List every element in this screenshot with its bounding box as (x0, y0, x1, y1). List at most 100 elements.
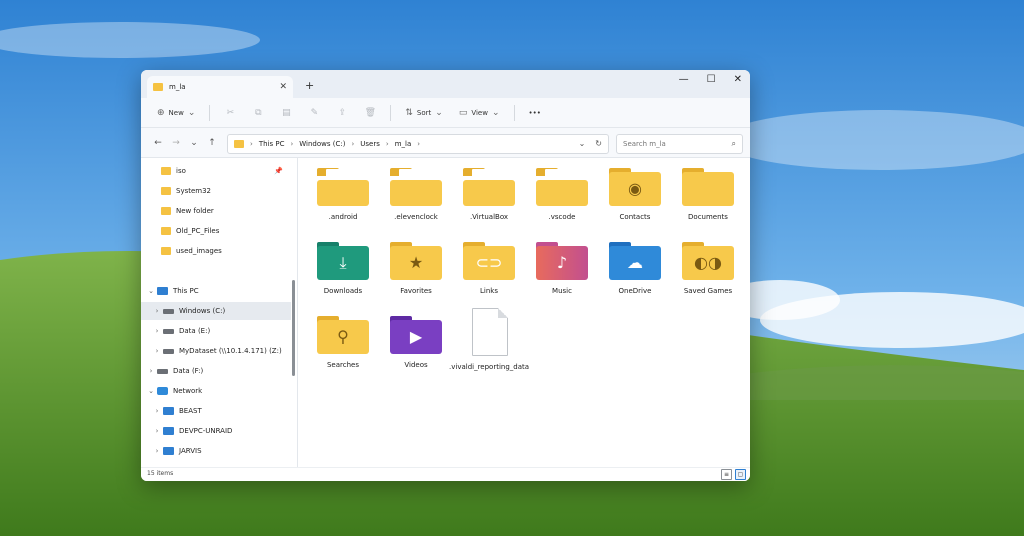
large-icons-view-icon[interactable]: ▢ (735, 469, 746, 480)
sidebar-item-new-folder[interactable]: New folder (141, 202, 291, 220)
details-view-icon[interactable]: ≡ (721, 469, 732, 480)
folder-item-vscode[interactable]: .vscode (526, 166, 598, 222)
share-icon[interactable]: ⇪ (330, 108, 354, 118)
chevron-right-icon[interactable]: › (151, 307, 163, 315)
breadcrumb-this-pc[interactable]: This PC (259, 140, 285, 148)
chevron-right-icon[interactable]: › (151, 447, 163, 455)
item-label: Videos (404, 361, 428, 369)
pane-divider[interactable] (297, 158, 298, 467)
refresh-icon[interactable]: ↻ (595, 139, 602, 148)
sidebar-item-label: New folder (176, 207, 214, 215)
sidebar-item-old-pc-files[interactable]: Old_PC_Files (141, 222, 291, 240)
chevron-down-icon[interactable]: ⌄ (145, 387, 157, 395)
up-arrow-icon[interactable]: ↑ (203, 138, 221, 148)
folder-item-downloads[interactable]: ⤓ Downloads (307, 240, 379, 296)
tab-title: m_la (169, 83, 186, 91)
sidebar-item-used-images[interactable]: used_images (141, 242, 291, 260)
folder-icon (161, 187, 171, 195)
tab-close-icon[interactable]: ✕ (279, 82, 287, 92)
folder-item-android[interactable]: .android (307, 166, 379, 222)
chevron-right-icon[interactable]: › (151, 427, 163, 435)
copy-icon[interactable]: ⧉ (246, 108, 270, 118)
sidebar-item-system32[interactable]: System32 (141, 182, 291, 200)
minimize-button[interactable]: — (679, 74, 689, 85)
folder-item-contacts[interactable]: ◉ Contacts (599, 166, 671, 222)
sidebar-scrollbar[interactable] (292, 280, 295, 376)
folder-item-music[interactable]: ♪ Music (526, 240, 598, 296)
chevron-right-icon[interactable]: › (250, 140, 253, 148)
folder-item-documents[interactable]: Documents (672, 166, 744, 222)
address-dropdown-icon[interactable]: ⌄ (579, 139, 586, 148)
chevron-down-icon: ⌄ (491, 107, 500, 118)
chevron-right-icon[interactable]: › (290, 140, 293, 148)
folder-item-elevenclock[interactable]: .elevenclock (380, 166, 452, 222)
breadcrumb-windows-c[interactable]: Windows (C:) (299, 140, 345, 148)
folder-item-links[interactable]: ⊂⊃ Links (453, 240, 525, 296)
item-label: .vscode (548, 213, 576, 221)
chevron-right-icon[interactable]: › (417, 140, 420, 148)
sidebar-item-windows-c[interactable]: › Windows (C:) (141, 302, 291, 320)
sidebar-item-iso[interactable]: iso 📌 (141, 162, 291, 180)
more-options-button[interactable]: ••• (523, 106, 547, 120)
drive-icon (163, 308, 174, 314)
folder-icon (161, 167, 171, 175)
view-button[interactable]: ▭ View ⌄ (453, 105, 506, 121)
folder-item-videos[interactable]: ▶ Videos (380, 314, 452, 370)
file-item-vivaldi-reporting-data[interactable]: .vivaldi_reporting_data (449, 308, 529, 372)
tab-active[interactable]: m_la ✕ (147, 76, 293, 98)
sidebar-item-label: BEAST (179, 407, 202, 415)
sidebar-item-mydataset-z[interactable]: › MyDataset (\\10.1.4.171) (Z:) (141, 342, 291, 360)
delete-icon[interactable]: 🗑 (358, 108, 382, 118)
sidebar-item-data-e[interactable]: › Data (E:) (141, 322, 291, 340)
new-tab-button[interactable]: + (305, 79, 314, 92)
window-controls: — ☐ ✕ (679, 74, 742, 85)
pin-icon: 📌 (274, 167, 283, 175)
sidebar-item-network[interactable]: ⌄ Network (141, 382, 291, 400)
sidebar-item-label: Data (F:) (173, 367, 204, 375)
breadcrumb-users[interactable]: Users (360, 140, 380, 148)
magnifier-icon: ⚲ (337, 327, 349, 346)
sidebar-item-jarvis[interactable]: › JARVIS (141, 442, 291, 460)
folder-icon (161, 227, 171, 235)
chevron-right-icon[interactable]: › (145, 367, 157, 375)
contacts-folder-icon: ◉ (608, 166, 662, 210)
computer-icon (163, 447, 174, 455)
chevron-right-icon[interactable]: › (151, 327, 163, 335)
recent-chevron-icon[interactable]: ⌄ (185, 138, 203, 148)
chevron-right-icon[interactable]: › (351, 140, 354, 148)
back-arrow-icon[interactable]: ← (149, 138, 167, 148)
search-box[interactable]: ⌕ (616, 134, 743, 154)
computer-icon (163, 427, 174, 435)
sidebar-item-this-pc[interactable]: ⌄ This PC (141, 282, 291, 300)
chevron-right-icon[interactable]: › (151, 407, 163, 415)
star-icon: ★ (408, 253, 424, 272)
address-bar[interactable]: › This PC › Windows (C:) › Users › m_la … (227, 134, 609, 154)
chevron-down-icon[interactable]: ⌄ (145, 287, 157, 295)
breadcrumb-user[interactable]: m_la (395, 140, 412, 148)
sidebar-item-devpc-unraid[interactable]: › DEVPC-UNRAID (141, 422, 291, 440)
sidebar-item-label: JARVIS (179, 447, 202, 455)
folder-item-saved-games[interactable]: ◐◑ Saved Games (672, 240, 744, 296)
folder-item-virtualbox[interactable]: .VirtualBox (453, 166, 525, 222)
command-bar: ⊕ New ⌄ ✂ ⧉ ▤ ✎ ⇪ 🗑 ⇅ Sort ⌄ ▭ View ⌄ ••… (141, 98, 750, 128)
sort-button[interactable]: ⇅ Sort ⌄ (399, 105, 448, 121)
folder-item-favorites[interactable]: ★ Favorites (380, 240, 452, 296)
search-icon[interactable]: ⌕ (732, 139, 736, 149)
close-button[interactable]: ✕ (734, 74, 742, 85)
chevron-right-icon[interactable]: › (151, 347, 163, 355)
new-button[interactable]: ⊕ New ⌄ (151, 105, 201, 121)
paste-icon[interactable]: ▤ (274, 108, 298, 118)
sidebar-item-label: Windows (C:) (179, 307, 226, 315)
search-input[interactable] (623, 140, 723, 148)
rename-icon[interactable]: ✎ (302, 108, 326, 118)
cut-icon[interactable]: ✂ (218, 108, 242, 118)
forward-arrow-icon[interactable]: → (167, 138, 185, 148)
maximize-button[interactable]: ☐ (707, 74, 716, 85)
item-label: Favorites (400, 287, 432, 295)
folder-item-onedrive[interactable]: ☁ OneDrive (599, 240, 671, 296)
sidebar-item-beast[interactable]: › BEAST (141, 402, 291, 420)
chevron-down-icon: ⌄ (187, 107, 196, 118)
sidebar-item-data-f[interactable]: › Data (F:) (141, 362, 291, 380)
chevron-right-icon[interactable]: › (386, 140, 389, 148)
folder-item-searches[interactable]: ⚲ Searches (307, 314, 379, 370)
